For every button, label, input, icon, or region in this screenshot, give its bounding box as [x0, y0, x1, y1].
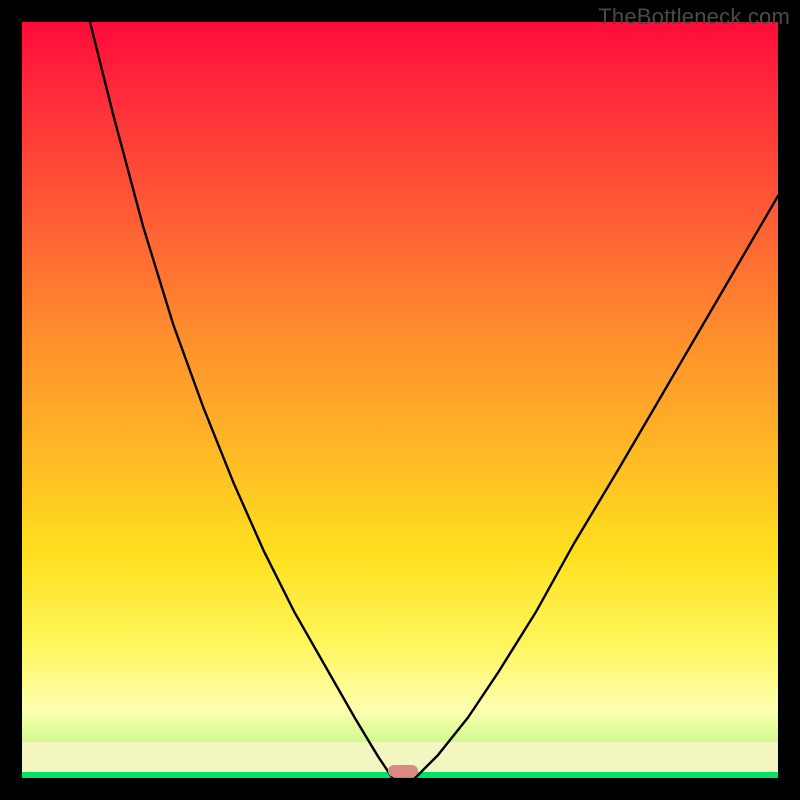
chart-frame: TheBottleneck.com: [0, 0, 800, 800]
plot-area: [22, 22, 778, 778]
bottleneck-curve: [22, 22, 778, 778]
curve-path: [90, 22, 778, 778]
min-marker: [388, 765, 418, 777]
watermark-text: TheBottleneck.com: [598, 4, 790, 30]
